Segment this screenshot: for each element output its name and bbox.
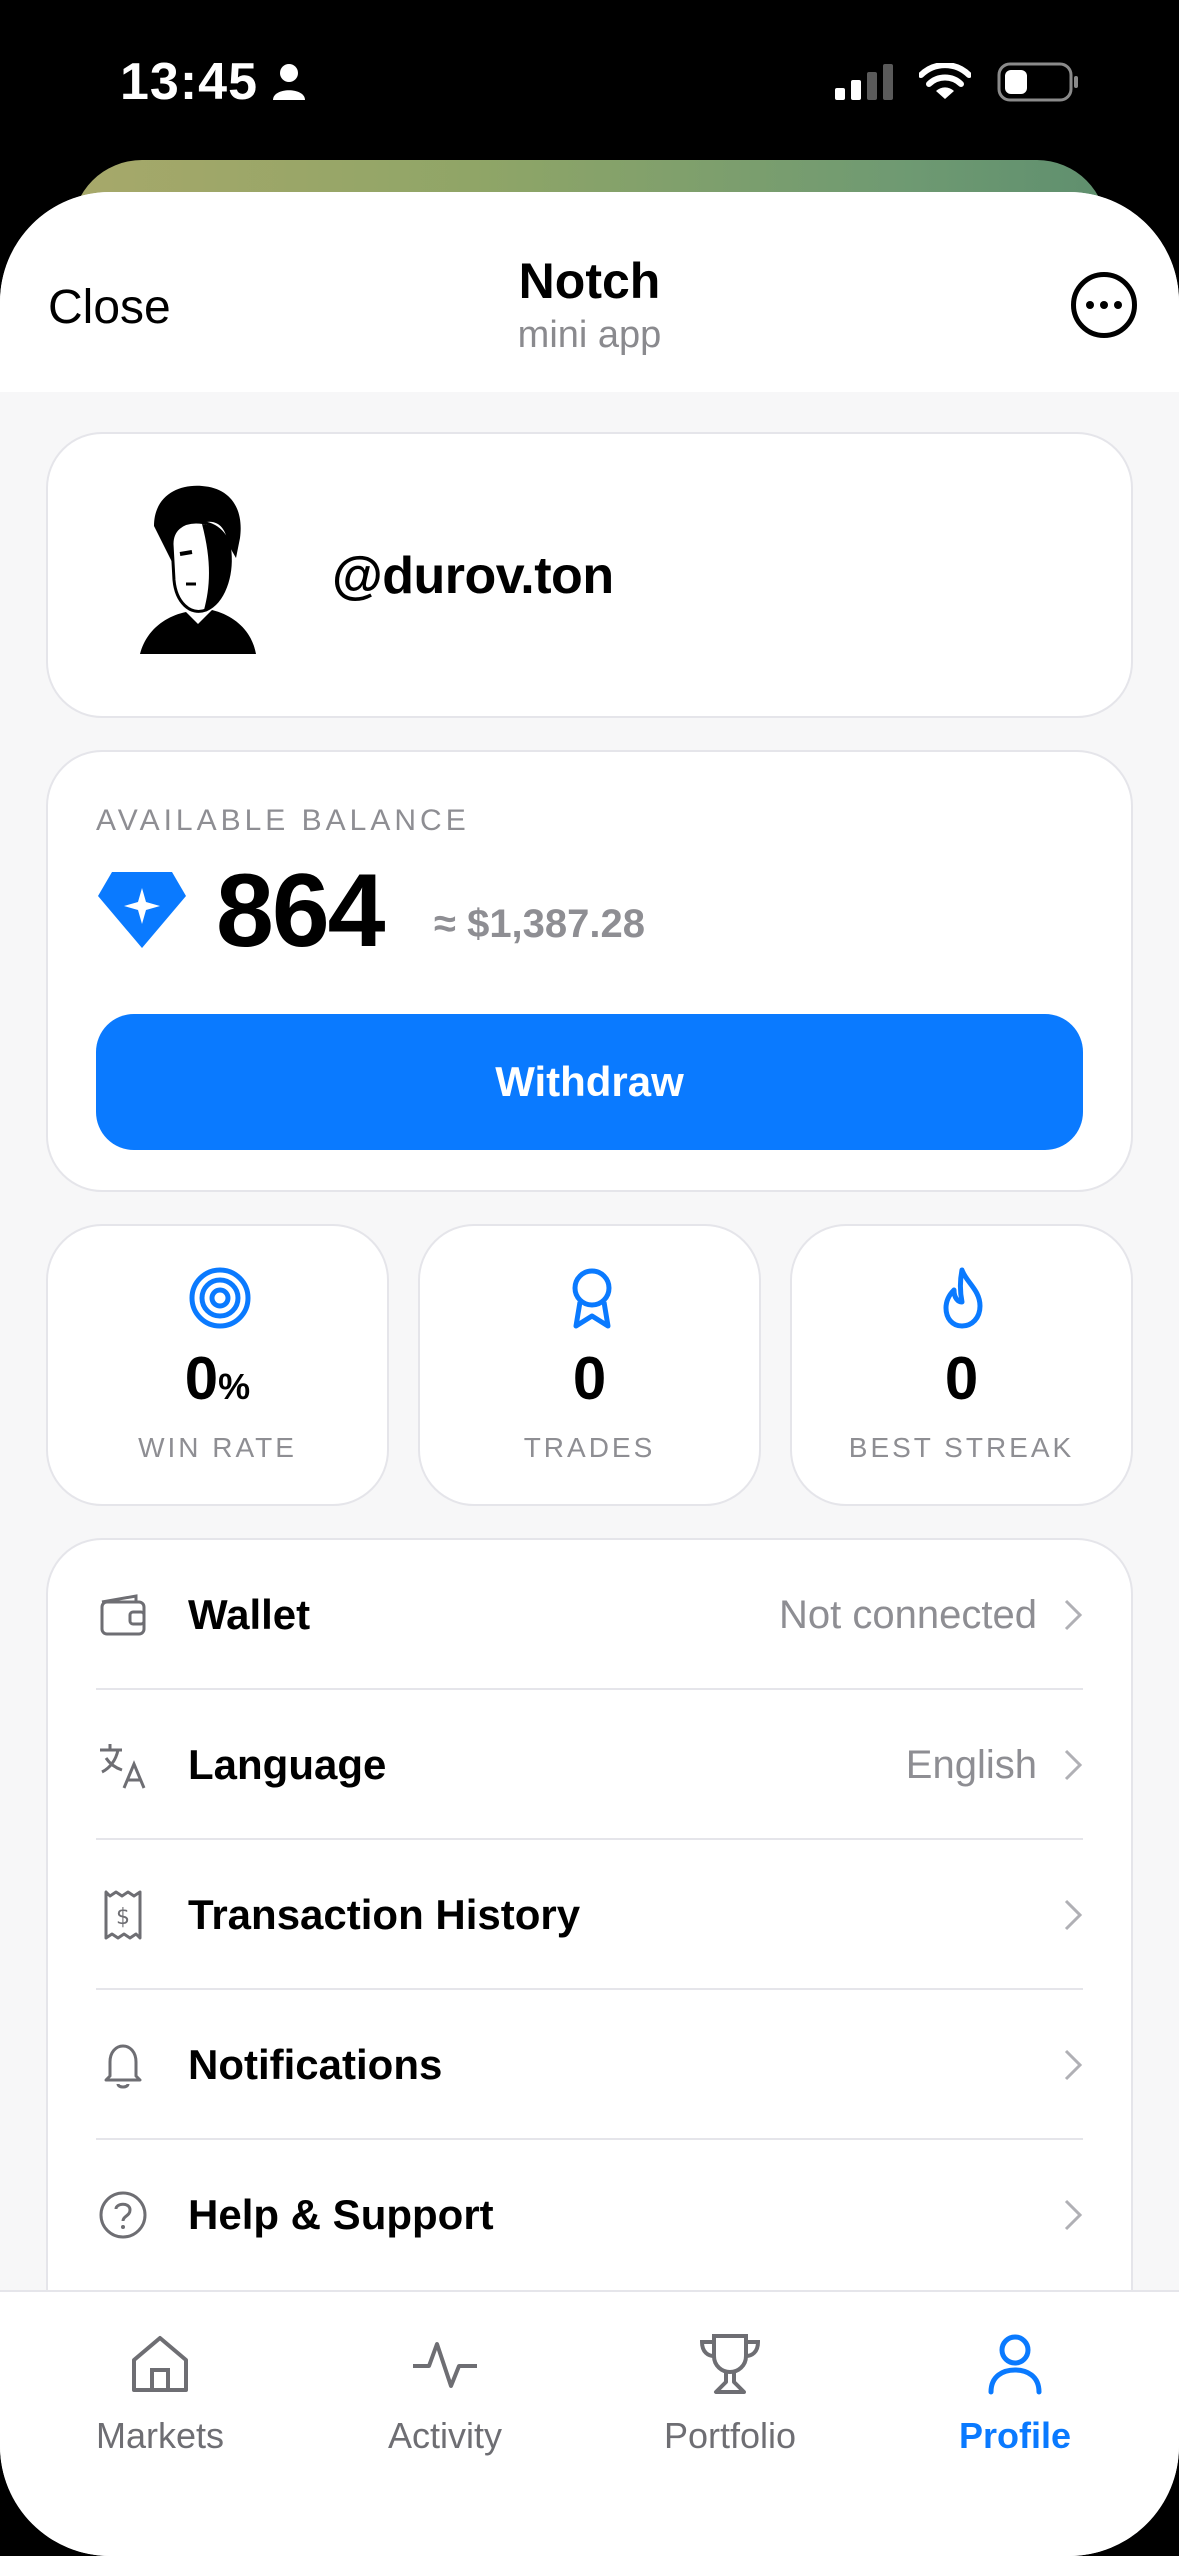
sheet-header: Close Notch mini app	[0, 192, 1179, 392]
home-icon	[132, 2336, 188, 2392]
user-icon	[988, 2334, 1042, 2395]
more-dot-icon	[1100, 301, 1108, 309]
menu-label: Wallet	[188, 1591, 311, 1638]
profile-card[interactable]: @durov.ton	[46, 432, 1133, 718]
chevron-right-icon	[1064, 2049, 1083, 2081]
stat-label: WIN RATE	[138, 1432, 297, 1463]
status-time: 13:45	[120, 52, 306, 112]
more-dot-icon	[1086, 301, 1094, 309]
status-indicators	[835, 62, 1079, 102]
wifi-icon	[919, 63, 971, 99]
tab-profile[interactable]: Profile	[895, 2328, 1135, 2457]
tab-portfolio[interactable]: Portfolio	[610, 2328, 850, 2457]
app-subtitle: mini app	[517, 314, 662, 356]
menu-item-notifications[interactable]: Notifications	[96, 1990, 1083, 2140]
receipt-icon: $	[104, 1890, 142, 1940]
app-title: Notch	[518, 253, 661, 309]
balance-card: AVAILABLE BALANCE 864 ≈ $1,387.28 Withdr…	[46, 750, 1133, 1192]
menu-value: English	[905, 1742, 1037, 1787]
stat-label: TRADES	[523, 1432, 656, 1463]
tab-activity[interactable]: Activity	[325, 2328, 565, 2457]
menu-item-transaction-history[interactable]: $ Transaction History	[96, 1840, 1083, 1990]
stat-label: BEST STREAK	[848, 1432, 1075, 1463]
stat-value: 0	[572, 1345, 607, 1412]
menu-value: Not connected	[779, 1592, 1037, 1637]
clock-label: 13:45	[120, 53, 258, 111]
chevron-right-icon	[1064, 2199, 1083, 2231]
menu-label: Notifications	[188, 2041, 443, 2088]
help-icon	[99, 2191, 147, 2239]
menu-item-wallet[interactable]: Wallet Not connected	[96, 1540, 1083, 1690]
avatar	[140, 485, 256, 654]
stat-value: 0	[944, 1345, 979, 1412]
target-icon	[189, 1267, 251, 1329]
person-icon	[273, 64, 305, 100]
ton-diamond-icon	[98, 872, 186, 948]
award-ribbon-icon	[572, 1268, 612, 1329]
battery-icon	[997, 62, 1078, 102]
menu-item-language[interactable]: Language English	[96, 1690, 1083, 1840]
balance-usd-equivalent: ≈ $1,387.28	[434, 902, 646, 946]
status-bar: 13:45	[0, 0, 1179, 160]
stat-win-rate: 0% WIN RATE	[46, 1224, 389, 1506]
tab-markets[interactable]: Markets	[40, 2328, 280, 2457]
more-options-button[interactable]	[1071, 272, 1137, 338]
tab-label: Profile	[958, 2415, 1072, 2456]
balance-amount: 864	[216, 853, 386, 969]
wallet-icon	[100, 1594, 146, 1636]
chevron-right-icon	[1064, 1749, 1083, 1781]
chevron-right-icon	[1064, 1599, 1083, 1631]
username: @durov.ton	[332, 547, 614, 605]
menu-label: Transaction History	[188, 1891, 581, 1938]
cellular-signal-icon	[835, 64, 893, 100]
menu-label: Help & Support	[188, 2191, 494, 2238]
trophy-icon	[699, 2334, 761, 2394]
chevron-right-icon	[1064, 1899, 1083, 1931]
stat-value: 0%	[184, 1345, 251, 1412]
bell-icon	[104, 2044, 142, 2089]
tab-label: Activity	[387, 2415, 502, 2456]
more-dot-icon	[1114, 301, 1122, 309]
balance-label: AVAILABLE BALANCE	[96, 804, 470, 837]
stat-best-streak: 0 BEST STREAK	[790, 1224, 1133, 1506]
menu-item-help-support[interactable]: Help & Support	[96, 2140, 1083, 2290]
flame-icon	[943, 1267, 983, 1329]
activity-icon	[413, 2342, 477, 2388]
translate-icon	[100, 1744, 146, 1789]
svg-text:$: $	[116, 1905, 130, 1930]
stat-trades: 0 TRADES	[418, 1224, 761, 1506]
tab-label: Portfolio	[663, 2415, 797, 2456]
mini-app-sheet: Close Notch mini app @durov.ton AVAILABL…	[0, 192, 1179, 2556]
menu-label: Language	[188, 1741, 387, 1788]
bottom-tab-bar: Markets Activity Portfolio Profile	[0, 2290, 1179, 2556]
title-block: Notch mini app	[0, 252, 1179, 357]
withdraw-button[interactable]: Withdraw	[96, 1014, 1083, 1150]
tab-label: Markets	[95, 2415, 225, 2456]
